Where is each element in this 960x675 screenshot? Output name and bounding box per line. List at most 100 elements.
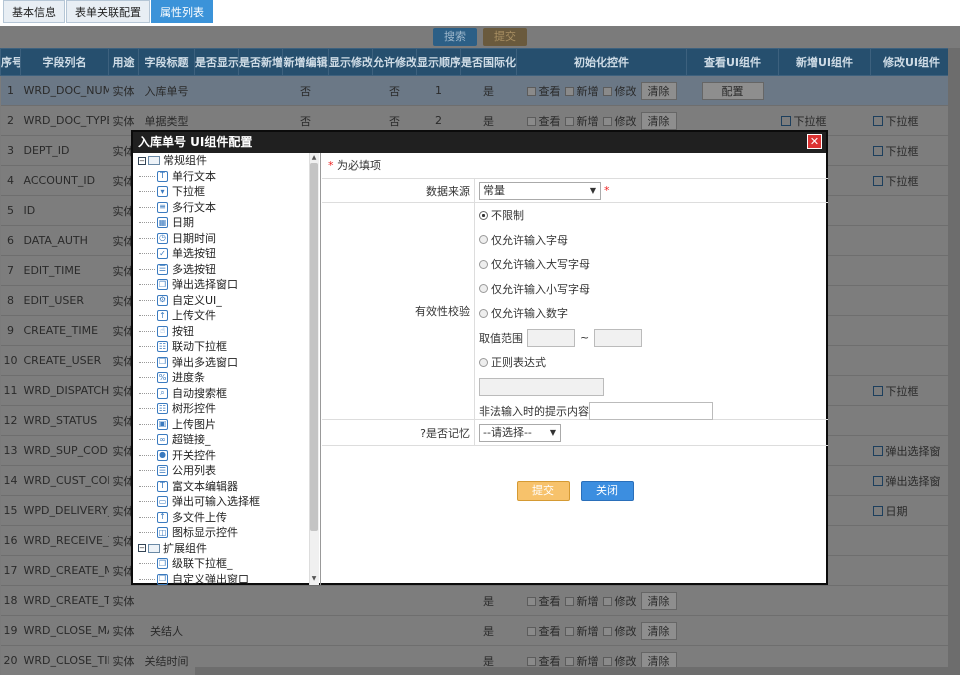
tree-item[interactable]: ≡ 多行文本 xyxy=(133,200,320,216)
tree-item[interactable]: ☰ 公用列表 xyxy=(133,463,320,479)
checkbox[interactable] xyxy=(602,657,612,666)
range-row: 取值范围 ~ xyxy=(479,326,828,351)
checkbox[interactable] xyxy=(526,657,536,666)
tab-1[interactable]: 表单关联配置 xyxy=(66,0,150,23)
cell-view-ui: 配置 xyxy=(686,75,779,106)
grid-vertical-scrollbar[interactable] xyxy=(948,48,960,675)
checkbox[interactable] xyxy=(602,87,612,96)
ui-config-dialog: 入库单号 UI组件配置 ✕ − 常规组件 T 单行文本 ▾ 下拉框 ≡ 多行文本 ▦ 日期 ◷ 日期时… xyxy=(131,130,828,585)
tree-item[interactable]: ☰ 多选按钮 xyxy=(133,262,320,278)
tree-item[interactable]: ◫ 图标显示控件 xyxy=(133,525,320,541)
tree-item-label: 弹出可输入选择框 xyxy=(172,495,260,508)
range-label: 取值范围 xyxy=(479,331,523,345)
tree-item[interactable]: T 单行文本 xyxy=(133,169,320,185)
tree-group[interactable]: − 常规组件 xyxy=(133,153,320,169)
radio-icon[interactable] xyxy=(479,284,488,294)
tree-item[interactable]: ▦ 日期 xyxy=(133,215,320,231)
toolbar-submit-button[interactable]: 提交 xyxy=(483,28,527,46)
checkbox[interactable] xyxy=(526,117,536,126)
ui-component-link[interactable]: 下拉框 xyxy=(872,113,919,129)
data-source-select[interactable]: 常量 ▼ xyxy=(479,181,601,200)
config-button[interactable]: 配置 xyxy=(701,81,764,100)
checkbox[interactable] xyxy=(526,627,536,636)
checkbox[interactable] xyxy=(564,657,574,666)
ui-component-link[interactable]: 日期 xyxy=(872,503,908,519)
checkbox[interactable] xyxy=(564,597,574,606)
validation-radio[interactable]: 仅允许输入小写字母 xyxy=(479,277,828,302)
tree-item[interactable]: ↑ 多文件上传 xyxy=(133,510,320,526)
grid-horizontal-scrollbar[interactable] xyxy=(195,667,960,675)
range-min-input[interactable] xyxy=(527,328,575,347)
tree-item[interactable]: ∞ 超链接_ xyxy=(133,432,320,448)
tree-item[interactable]: ❐ 级联下拉框_ xyxy=(133,556,320,572)
checkbox[interactable] xyxy=(564,87,574,96)
checkbox[interactable] xyxy=(602,627,612,636)
radio-icon[interactable] xyxy=(479,308,488,318)
radio-icon[interactable] xyxy=(479,210,488,220)
tree-item[interactable]: % 进度条 xyxy=(133,370,320,386)
range-max-input[interactable] xyxy=(594,328,643,347)
clear-button[interactable]: 清除 xyxy=(640,81,677,100)
validation-radio[interactable]: 不限制 xyxy=(479,203,828,228)
tree-item[interactable]: ▭ 弹出可输入选择框 xyxy=(133,494,320,510)
clear-button[interactable]: 清除 xyxy=(640,591,677,610)
tree-item[interactable]: ☷ 树形控件 xyxy=(133,401,320,417)
table-row[interactable]: 18WRD_CREATE_TIN实体 是 查看 新增 修改清除 xyxy=(0,585,953,616)
tab-0[interactable]: 基本信息 xyxy=(3,0,65,23)
tab-2[interactable]: 属性列表 xyxy=(151,0,213,23)
clear-button[interactable]: 清除 xyxy=(640,111,677,130)
tree-line xyxy=(139,222,155,224)
tree-item[interactable]: ⚙ 自定义UI_ xyxy=(133,293,320,309)
checkbox[interactable] xyxy=(526,87,536,96)
regex-input[interactable] xyxy=(479,377,604,396)
radio-icon[interactable] xyxy=(479,235,488,245)
checkbox[interactable] xyxy=(564,117,574,126)
tree-item[interactable]: ▣ 上传图片 xyxy=(133,417,320,433)
close-icon[interactable]: ✕ xyxy=(807,134,822,149)
ui-component-link[interactable]: 下拉框 xyxy=(872,143,919,159)
tree-group[interactable]: − 扩展组件 xyxy=(133,541,320,557)
tree-item[interactable]: ● 开关控件 xyxy=(133,448,320,464)
tree-item[interactable]: ☝ 按钮 xyxy=(133,324,320,340)
tree-item[interactable]: T 富文本编辑器 xyxy=(133,479,320,495)
tree-item[interactable]: ⌕ 自动搜索框 xyxy=(133,386,320,402)
regex-radio[interactable]: 正则表达式 xyxy=(479,350,828,375)
tree-item[interactable]: ◷ 日期时间 xyxy=(133,231,320,247)
tree-item[interactable]: ↑ 上传文件 xyxy=(133,308,320,324)
tree-item[interactable]: ☷ 联动下拉框 xyxy=(133,339,320,355)
tree-item[interactable]: ❐ 弹出选择窗口 xyxy=(133,277,320,293)
ui-component-link[interactable]: 下拉框 xyxy=(872,173,919,189)
ui-component-link[interactable]: 弹出选择窗 xyxy=(872,473,941,489)
tree-item[interactable]: ❐ 弹出多选窗口 xyxy=(133,355,320,371)
validation-radio[interactable]: 仅允许输入大写字母 xyxy=(479,252,828,277)
tree-item[interactable]: ❐ 自定义弹出窗口 xyxy=(133,572,320,585)
submit-button[interactable]: 提交 xyxy=(516,481,570,501)
checkbox[interactable] xyxy=(602,117,612,126)
table-row[interactable]: 1 WRD_DOC_NUM 实体 入库单号否否 1 是查看 新增 修改 清除 配置 xyxy=(0,75,953,106)
tree-item[interactable]: ✓ 单选按钮 xyxy=(133,246,320,262)
checkbox[interactable] xyxy=(526,597,536,606)
ui-component-link[interactable]: 弹出选择窗 xyxy=(872,443,941,459)
tree-scrollbar-thumb[interactable] xyxy=(310,163,318,531)
validation-radio[interactable]: 仅允许输入字母 xyxy=(479,228,828,253)
invalid-hint-input[interactable] xyxy=(589,402,713,421)
close-button[interactable]: 关闭 xyxy=(580,481,634,501)
table-row[interactable]: 19 WRD_CLOSE_MAI 实体 关结人 是 查看 新增 修改 清除 xyxy=(0,615,953,646)
tree-item[interactable]: ▾ 下拉框 xyxy=(133,184,320,200)
tree-line xyxy=(139,470,155,472)
scroll-up-icon[interactable]: ▲ xyxy=(310,154,318,161)
scroll-down-icon[interactable]: ▼ xyxy=(310,575,318,582)
ui-component-link[interactable]: 下拉框 xyxy=(780,113,827,129)
search-button[interactable]: 搜索 xyxy=(433,28,477,46)
validation-radio[interactable]: 仅允许输入数字 xyxy=(479,301,828,326)
radio-icon[interactable] xyxy=(479,357,488,367)
radio-icon[interactable] xyxy=(479,259,488,269)
checkbox[interactable] xyxy=(602,597,612,606)
collapse-icon[interactable]: − xyxy=(138,544,146,553)
remember-select[interactable]: --请选择-- ▼ xyxy=(479,423,561,442)
collapse-icon[interactable]: − xyxy=(138,156,146,165)
clear-button[interactable]: 清除 xyxy=(640,621,677,640)
ui-component-link[interactable]: 下拉框 xyxy=(872,383,919,399)
init-edit-label: 修改 xyxy=(614,84,637,98)
checkbox[interactable] xyxy=(564,627,574,636)
